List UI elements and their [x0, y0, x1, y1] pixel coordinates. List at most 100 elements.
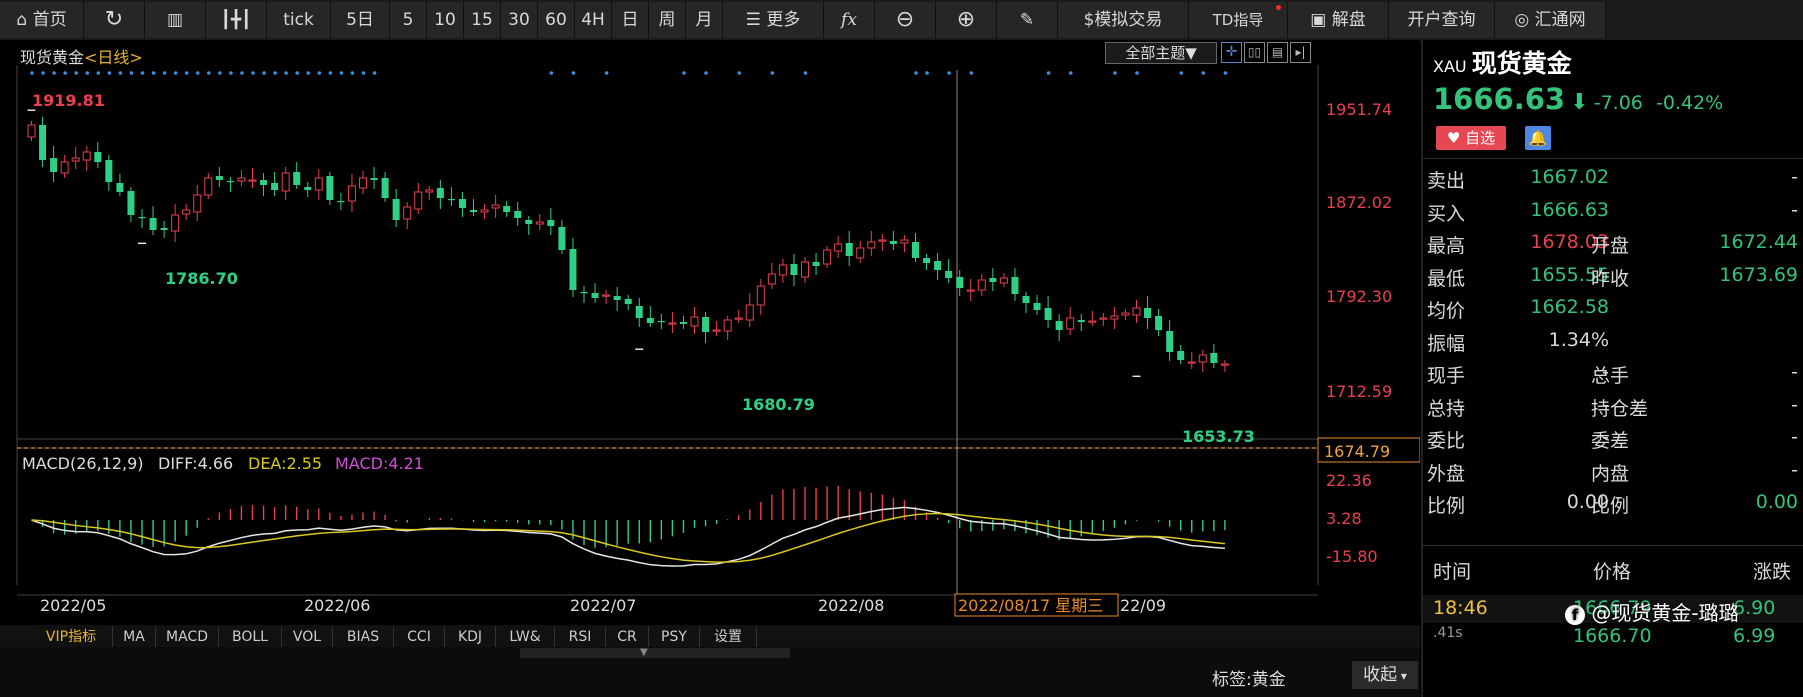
- tab-cci[interactable]: CCI: [394, 627, 445, 647]
- brand-button[interactable]: ◎ 汇通网: [1495, 2, 1606, 38]
- signal-dot: [63, 71, 67, 75]
- macd-tick: 3.28: [1326, 509, 1362, 528]
- candle: [447, 199, 455, 201]
- formula-button[interactable]: fx: [824, 2, 875, 38]
- tab-lw[interactable]: LW&: [496, 627, 555, 647]
- period-tick[interactable]: tick: [267, 2, 331, 38]
- tab-macd[interactable]: MACD: [156, 627, 219, 647]
- candle: [458, 199, 466, 208]
- quote-row: 振幅 1.34%: [1427, 328, 1609, 355]
- bar-chart-button[interactable]: ▥: [145, 2, 206, 38]
- signal-dot: [317, 71, 322, 75]
- signal-dot: [1113, 71, 1117, 75]
- candle: [314, 177, 323, 191]
- tab-ma[interactable]: MA: [113, 627, 156, 647]
- signal-dot: [295, 71, 300, 75]
- period-week[interactable]: 周: [649, 2, 686, 38]
- period-15[interactable]: 15: [464, 2, 501, 38]
- low-annotation: 1680.79: [742, 395, 815, 414]
- candle: [690, 316, 699, 327]
- period-month[interactable]: 月: [686, 2, 723, 38]
- candle: [856, 247, 865, 259]
- candle: [27, 124, 36, 138]
- date-tick: 22/09: [1120, 596, 1166, 615]
- notification-dot: [1276, 5, 1281, 10]
- candle: [624, 299, 632, 304]
- alert-button[interactable]: 🔔: [1525, 126, 1551, 150]
- tab-psy[interactable]: PSY: [649, 627, 700, 647]
- price-tick: 1951.74: [1326, 100, 1392, 119]
- low-annotation: 1786.70: [165, 269, 238, 288]
- tab-bias[interactable]: BIAS: [333, 627, 394, 647]
- candle: [503, 206, 511, 212]
- candle: [71, 157, 80, 162]
- kline-chart[interactable]: 1951.74 1872.02 1792.30 1712.59 1674.79 …: [0, 40, 1420, 625]
- scroll-down-icon[interactable]: ▼: [640, 647, 648, 658]
- candle: [116, 183, 124, 192]
- period-60[interactable]: 60: [538, 2, 575, 38]
- collapse-button[interactable]: 收起 ▾: [1352, 661, 1418, 689]
- signal-dot: [1223, 71, 1228, 75]
- quote-row: 最高 1678.03 开盘 1672.44: [1427, 231, 1798, 257]
- sim-trade-button[interactable]: $模拟交易: [1058, 2, 1189, 38]
- candle: [1033, 303, 1041, 310]
- more-button[interactable]: ☰ 更多: [723, 2, 824, 38]
- candle-chart-button[interactable]: ┃╋┃: [206, 2, 267, 38]
- candle: [337, 201, 345, 203]
- signal-dot: [207, 71, 211, 75]
- candle: [105, 160, 113, 182]
- candle: [602, 294, 611, 297]
- period-5[interactable]: 5: [390, 2, 427, 38]
- add-watchlist-button[interactable]: ♥ 自选: [1436, 126, 1506, 150]
- tab-rsi[interactable]: RSI: [555, 627, 606, 647]
- home-button[interactable]: ⌂ 首页: [0, 2, 84, 38]
- scrollbar[interactable]: [520, 648, 790, 658]
- zoom-out-button[interactable]: ⊖: [875, 2, 936, 38]
- signal-dot: [273, 71, 277, 75]
- draw-button[interactable]: ✎: [997, 2, 1058, 38]
- candle: [889, 241, 897, 244]
- period-5day[interactable]: 5日: [331, 2, 390, 38]
- candle: [94, 152, 102, 162]
- tab-cr[interactable]: CR: [606, 627, 649, 647]
- signal-dot: [129, 71, 134, 75]
- candle: [1210, 353, 1218, 363]
- candle: [1044, 308, 1052, 320]
- candle: [945, 271, 953, 278]
- candle: [1220, 363, 1229, 366]
- quote-row: 比例 0.00 比例 0.00: [1427, 491, 1798, 517]
- signal-dot: [969, 71, 974, 75]
- zoom-in-button[interactable]: ⊕: [936, 2, 997, 38]
- signal-dot: [361, 71, 366, 75]
- period-30[interactable]: 30: [501, 2, 538, 38]
- date-tick: 2022/06: [304, 596, 370, 615]
- low-annotation: 1653.73: [1182, 427, 1255, 446]
- unlock-button[interactable]: ▣ 解盘: [1288, 2, 1389, 38]
- period-4h[interactable]: 4H: [575, 2, 612, 38]
- facebook-icon: f: [1565, 605, 1585, 625]
- chart-area[interactable]: 现货黄金<日线> 全部主题▼ ✛ ▯▯ ▤ ▸| 1951.74 1872.02…: [0, 40, 1420, 625]
- account-query-button[interactable]: 开户查询: [1389, 2, 1495, 38]
- candle: [160, 228, 168, 230]
- price-tick: 1872.02: [1326, 193, 1392, 212]
- candle: [127, 191, 135, 215]
- tab-settings[interactable]: 设置: [700, 627, 757, 647]
- tab-boll[interactable]: BOLL: [219, 627, 282, 647]
- refresh-button[interactable]: ↻: [84, 2, 145, 38]
- candle: [734, 317, 743, 320]
- signal-dot: [947, 71, 951, 75]
- td-guide-button[interactable]: TD指导: [1189, 2, 1288, 38]
- period-day[interactable]: 日: [612, 2, 649, 38]
- signal-dot: [195, 71, 200, 75]
- candle: [635, 306, 643, 318]
- tab-kdj[interactable]: KDJ: [445, 627, 496, 647]
- signal-dot: [350, 71, 355, 75]
- bell-icon: 🔔: [1528, 129, 1548, 147]
- candle: [171, 214, 180, 232]
- quote-row: 最低 1655.55 昨收 1673.69: [1427, 263, 1798, 290]
- candle: [657, 321, 665, 323]
- candle: [491, 204, 500, 209]
- tab-vol[interactable]: VOL: [282, 627, 333, 647]
- period-10[interactable]: 10: [427, 2, 464, 38]
- tab-vip[interactable]: VIP指标: [30, 627, 113, 647]
